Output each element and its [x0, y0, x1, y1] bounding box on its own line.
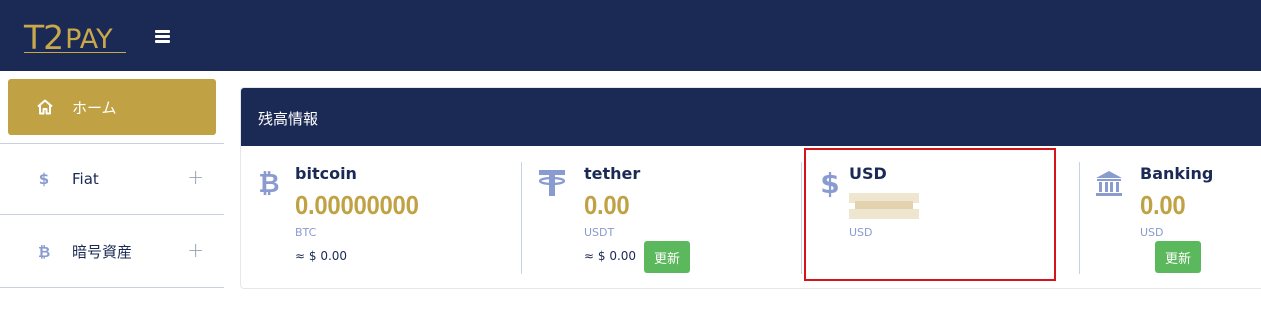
t2pay-logo[interactable]: T2 PAY	[24, 14, 113, 56]
card-unit: USD	[849, 226, 873, 239]
balance-card-usd: $ USD USD	[806, 146, 1076, 288]
sidebar-item-label: ホーム	[72, 98, 117, 117]
home-icon	[37, 99, 53, 115]
balance-card-tether: tether 0.00 USDT ≈ $ 0.00 更新	[531, 146, 801, 288]
hamburger-menu-icon[interactable]	[155, 30, 170, 43]
card-separator	[521, 162, 522, 274]
tether-icon	[538, 170, 566, 196]
card-value: 0.00	[1140, 190, 1186, 220]
balance-card-banking: Banking 0.00 USD 更新	[1086, 146, 1261, 288]
logo-underline	[24, 52, 126, 53]
card-name: Banking	[1140, 164, 1214, 183]
svg-text:$: $	[820, 168, 839, 198]
sidebar-item-label: Fiat	[72, 169, 99, 188]
expand-plus-icon[interactable]: +	[187, 240, 204, 260]
obscured-balance	[849, 191, 921, 221]
card-unit: USDT	[584, 226, 615, 239]
refresh-button[interactable]: 更新	[1155, 241, 1201, 273]
bank-icon	[1096, 171, 1122, 196]
balance-card-bitcoin: ₿ bitcoin 0.00000000 BTC ≈ $ 0.00	[241, 146, 521, 288]
balance-panel: 残高情報 ₿ bitcoin 0.00000000 BTC ≈ $ 0.00 t…	[240, 87, 1261, 289]
sidebar: ホーム $ Fiat + ₿ 暗号資産 +	[0, 71, 224, 309]
sidebar-item-crypto[interactable]: ₿ 暗号資産 +	[0, 216, 224, 288]
dollar-icon: $	[820, 168, 839, 198]
expand-plus-icon[interactable]: +	[187, 167, 204, 187]
card-separator	[1079, 162, 1080, 274]
card-approx-usd: ≈ $ 0.00	[295, 249, 348, 263]
card-unit: BTC	[295, 226, 317, 239]
card-name: tether	[584, 164, 641, 183]
dollar-icon: $	[38, 169, 50, 188]
card-value: 0.00	[584, 190, 630, 220]
sidebar-item-fiat[interactable]: $ Fiat +	[0, 143, 224, 215]
top-header: T2 PAY	[0, 0, 1261, 71]
card-approx-usd: ≈ $ 0.00	[584, 249, 637, 263]
card-separator	[801, 162, 802, 274]
sidebar-item-label: 暗号資産	[72, 243, 133, 261]
card-unit: USD	[1140, 226, 1164, 239]
card-value: 0.00000000	[295, 190, 419, 220]
card-name: bitcoin	[295, 164, 357, 183]
sidebar-item-home[interactable]: ホーム	[8, 79, 216, 135]
panel-title: 残高情報	[258, 110, 319, 128]
bitcoin-icon: ₿	[258, 169, 279, 198]
panel-header: 残高情報	[241, 88, 1261, 146]
card-name: USD	[849, 164, 887, 183]
bitcoin-icon: ₿	[38, 242, 51, 261]
logo-t2-text: T2	[24, 18, 64, 57]
svg-text:₿: ₿	[258, 169, 279, 198]
sidebar-divider	[0, 143, 224, 144]
refresh-button[interactable]: 更新	[644, 241, 690, 273]
